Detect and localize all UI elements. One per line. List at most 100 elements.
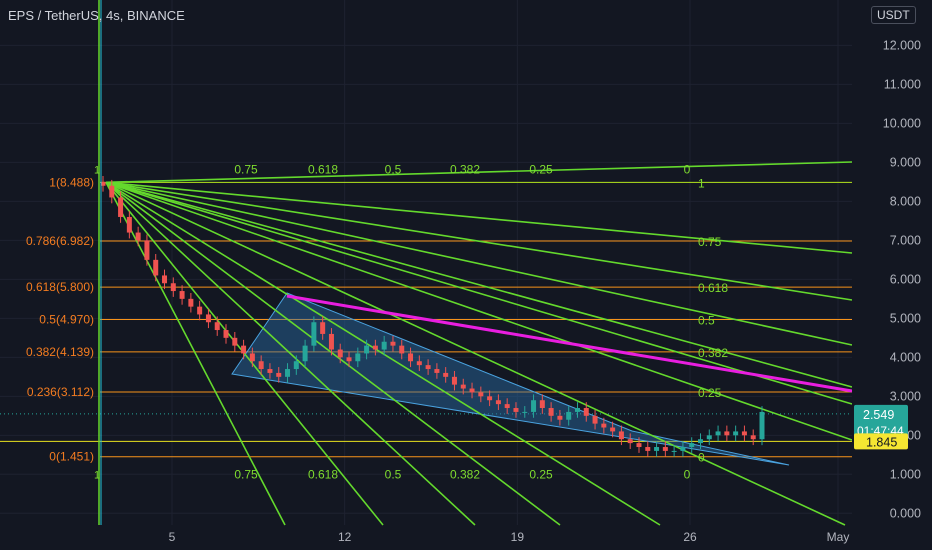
- candle-body: [109, 185, 115, 198]
- candle-body: [504, 404, 510, 409]
- price-axis[interactable]: 0.0001.0002.0003.0004.0005.0006.0007.000…: [852, 0, 932, 550]
- symbol-title: EPS / TetherUS, 4s, BINANCE: [8, 8, 185, 23]
- candle-body: [416, 361, 422, 366]
- candle-body: [469, 388, 475, 393]
- candle-body: [583, 408, 589, 416]
- fan-label-bottom: 0.75: [234, 468, 258, 482]
- time-axis[interactable]: 5 12 19 26 May: [169, 530, 850, 544]
- chart-grid: [0, 0, 852, 525]
- price-tick-label: 11.000: [884, 77, 921, 91]
- candle-body: [205, 314, 211, 323]
- price-chart[interactable]: 0.75 0.618 0.5 0.382 0.25 0 0.75 0.618 0.5 0.382 0…: [0, 0, 932, 550]
- candle-body: [592, 415, 598, 424]
- candle-body: [126, 216, 132, 233]
- time-tick-label: 19: [511, 530, 525, 544]
- fan-label-right: 0.75: [698, 235, 722, 249]
- candle-body: [170, 283, 176, 292]
- candle-body: [408, 353, 414, 362]
- candle-body: [153, 259, 159, 276]
- fib-level-label: 0.786(6.982): [26, 234, 94, 248]
- candle-body: [118, 197, 124, 217]
- fan-label-bottom: 0.5: [385, 468, 402, 482]
- candle-body: [443, 372, 449, 377]
- fib-level-label: 1(8.488): [49, 175, 94, 189]
- candle-body: [636, 443, 642, 448]
- fib-level-label: 0.382(4.139): [26, 345, 94, 359]
- candle-body: [487, 396, 493, 401]
- candle-body: [285, 369, 291, 377]
- fib-level-label: 0(1.451): [49, 450, 94, 464]
- candle-body: [197, 306, 203, 315]
- price-tick-label: 7.000: [890, 233, 921, 247]
- candle-body: [548, 408, 554, 416]
- candle-body: [733, 431, 739, 436]
- fib-level-label: 0.236(3.112): [27, 385, 94, 399]
- candle-body: [364, 345, 370, 354]
- candle-body: [320, 322, 326, 334]
- candle-body: [267, 369, 273, 373]
- price-tick-label: 12.000: [883, 38, 921, 52]
- candle-body: [759, 411, 765, 440]
- fib-level-label: 0.618(5.800): [26, 280, 94, 294]
- fan-label-top: 0.75: [234, 162, 258, 176]
- fan-label-bottom: 0: [684, 468, 691, 482]
- fib-level-label: 0.5(4.970): [39, 313, 94, 327]
- candle-body: [574, 408, 580, 412]
- candle-body: [381, 341, 387, 350]
- fan-label-right: 0.5: [698, 314, 715, 328]
- price-tick-label: 4.000: [890, 350, 921, 364]
- fan-line: [105, 181, 661, 526]
- fan-label-top: 0.618: [308, 162, 338, 176]
- candle-body: [539, 400, 545, 409]
- candle-body: [162, 275, 168, 284]
- candle-body: [258, 361, 264, 370]
- candle-body: [460, 384, 466, 389]
- candle-body: [601, 423, 607, 428]
- fan-label-right: 1: [698, 176, 705, 190]
- candle-body: [654, 447, 660, 451]
- last-price-value: 2.549: [863, 408, 894, 422]
- candle-body: [478, 392, 484, 397]
- price-badges: 2.54901:47:441.845: [854, 404, 908, 450]
- price-tick-label: 6.000: [890, 272, 921, 286]
- candle-body: [302, 345, 308, 362]
- price-tick-label: 0.000: [890, 506, 921, 520]
- candle-body: [522, 411, 528, 413]
- candle-body: [610, 427, 616, 432]
- anchor-vertical-lines: [98, 0, 102, 525]
- candle-body: [337, 349, 343, 358]
- price-tick-label: 1.000: [890, 467, 921, 481]
- price-tick-label: 9.000: [890, 155, 921, 169]
- candle-body: [355, 353, 361, 362]
- candle-body: [214, 322, 220, 331]
- currency-button[interactable]: USDT: [871, 6, 916, 24]
- candle-body: [179, 291, 185, 299]
- candle-body: [750, 435, 756, 440]
- time-tick-label: 26: [683, 530, 697, 544]
- candle-body: [715, 431, 721, 436]
- candle-body: [311, 322, 317, 346]
- time-tick-label: 5: [169, 530, 176, 544]
- candle-body: [276, 372, 282, 377]
- fan-line: [105, 181, 853, 254]
- candle-body: [724, 431, 730, 436]
- candle-body: [557, 415, 563, 420]
- fan-corner-label: 1: [94, 164, 100, 176]
- candle-body: [144, 240, 150, 260]
- candle-body: [390, 341, 396, 346]
- candle-body: [671, 450, 677, 452]
- candle-body: [531, 400, 537, 412]
- candle-body: [495, 400, 501, 405]
- fan-label-top: 0: [684, 162, 691, 176]
- candle-body: [627, 439, 633, 444]
- candle-body: [232, 337, 238, 346]
- candle-body: [451, 376, 457, 385]
- fan-corner-label: 1: [94, 470, 100, 482]
- candle-body: [566, 411, 572, 420]
- candle-body: [689, 443, 695, 448]
- fan-label-right: 0.618: [698, 281, 728, 295]
- candle-body: [434, 369, 440, 373]
- candle-body: [399, 345, 405, 354]
- candlestick-series: [100, 176, 765, 457]
- fan-label-bottom: 0.382: [450, 468, 480, 482]
